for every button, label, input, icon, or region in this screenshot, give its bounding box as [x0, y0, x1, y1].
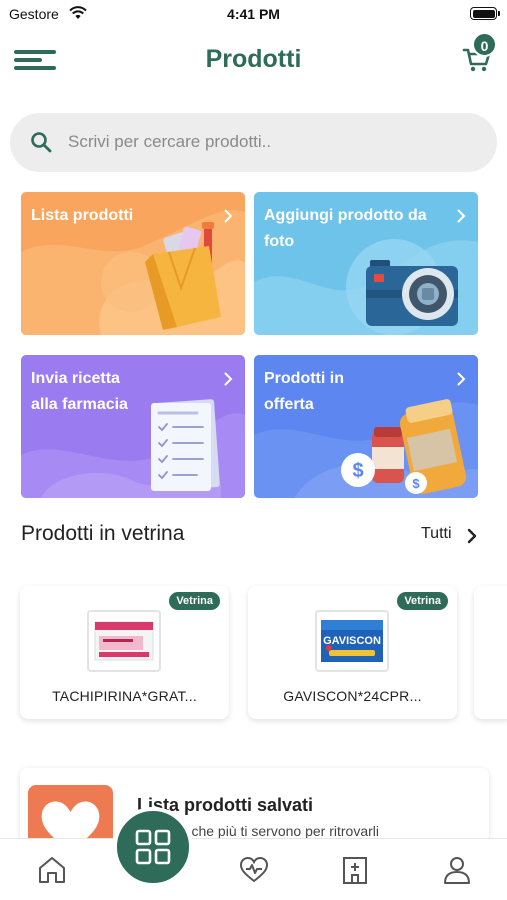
- pharmacy-icon[interactable]: [338, 853, 372, 887]
- tile-add-from-photo[interactable]: Aggiungi prodotto da foto: [254, 192, 478, 335]
- chevron-right-icon: [457, 209, 466, 223]
- tile-label: Prodotti in offerta: [264, 370, 344, 413]
- tile-label: Aggiungi prodotto da foto: [264, 207, 427, 250]
- tile-label: Invia ricetta alla farmacia: [31, 370, 128, 413]
- product-card[interactable]: Vetrina GAVISCON GAVISCON*24CPR...: [248, 586, 457, 719]
- chevron-right-icon[interactable]: [467, 528, 477, 544]
- chevron-right-icon: [457, 372, 466, 386]
- heart-pulse-icon[interactable]: [237, 853, 271, 887]
- showcase-badge: Vetrina: [169, 592, 220, 610]
- product-name: TACHIPIRINA*GRAT...: [52, 688, 197, 704]
- grid-icon: [135, 829, 171, 865]
- page-title: Prodotti: [205, 45, 302, 73]
- svg-text:$: $: [352, 460, 363, 482]
- battery-icon: [470, 7, 500, 20]
- svg-text:GAVISCON: GAVISCON: [323, 635, 381, 647]
- section-title: Prodotti in vetrina: [21, 522, 185, 545]
- product-card[interactable]: Vetrina TACHIPIRINA*GRAT...: [20, 586, 229, 719]
- cart-count-badge: 0: [472, 32, 497, 57]
- product-name: GAVISCON*24CPR...: [283, 688, 422, 704]
- search-bar[interactable]: [10, 113, 497, 172]
- tile-product-list[interactable]: Lista prodotti: [21, 192, 245, 335]
- chevron-right-icon: [224, 209, 233, 223]
- product-image: [87, 610, 161, 672]
- search-input[interactable]: [68, 127, 478, 157]
- products-grid-button[interactable]: [113, 807, 193, 887]
- tile-send-prescription[interactable]: Invia ricetta alla farmacia: [21, 355, 245, 498]
- tile-products-on-offer[interactable]: $ $ Prodotti in offerta: [254, 355, 478, 498]
- product-card-peek[interactable]: [474, 586, 507, 719]
- search-icon: [31, 132, 52, 153]
- home-icon[interactable]: [35, 853, 69, 887]
- profile-icon[interactable]: [440, 853, 474, 887]
- status-time: 4:41 PM: [227, 6, 280, 22]
- bottom-nav: [0, 838, 507, 900]
- chevron-right-icon: [224, 372, 233, 386]
- status-bar: Gestore 4:41 PM: [0, 0, 507, 30]
- svg-text:$: $: [412, 476, 420, 491]
- product-image: GAVISCON: [315, 610, 389, 672]
- see-all-link[interactable]: Tutti: [421, 525, 452, 543]
- showcase-badge: Vetrina: [397, 592, 448, 610]
- tile-label: Lista prodotti: [31, 207, 134, 224]
